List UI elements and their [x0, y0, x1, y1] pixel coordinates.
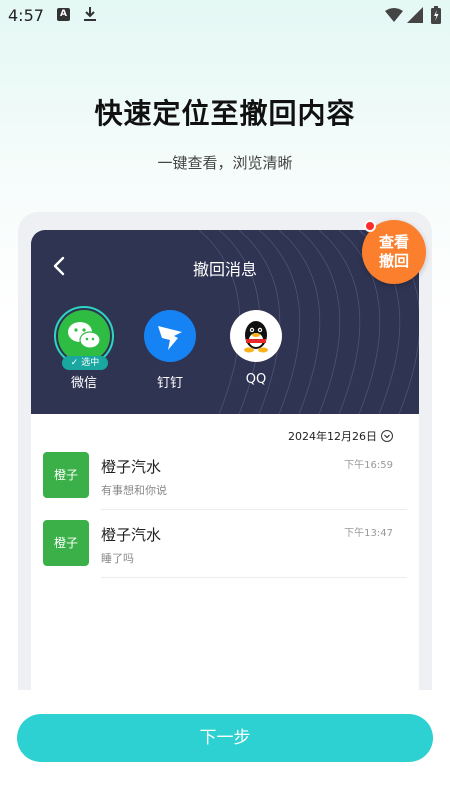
- selected-badge: ✓ 选中: [62, 356, 108, 370]
- wechat-icon: ✓ 选中: [54, 306, 114, 370]
- next-step-button[interactable]: 下一步: [17, 714, 433, 762]
- app-item-dingtalk[interactable]: 钉钉: [135, 310, 205, 391]
- divider: [101, 577, 407, 578]
- notification-a-icon: A: [57, 8, 70, 21]
- avatar: 橙子: [43, 452, 89, 498]
- notification-dot: [364, 220, 376, 232]
- message-time: 下午13:47: [344, 528, 393, 539]
- recall-header: 撤回消息 ✓ 选中 微信 钉钉 QQ: [31, 230, 419, 414]
- screen-title: 撤回消息: [192, 260, 257, 279]
- app-item-wechat[interactable]: ✓ 选中 微信: [49, 306, 119, 391]
- app-label: 钉钉: [156, 376, 183, 391]
- badge-line-1: 查看: [378, 233, 409, 251]
- avatar: 橙子: [43, 520, 89, 566]
- badge-line-2: 撤回: [378, 252, 409, 270]
- status-bar: 4:57 A: [0, 0, 450, 34]
- preview-device-frame: 撤回消息 ✓ 选中 微信 钉钉 QQ 2024年12月26日 橙子 橙子汽水 有…: [18, 212, 432, 690]
- status-time: 4:57: [8, 6, 44, 25]
- dingtalk-icon: [144, 310, 196, 362]
- message-preview: 有事想和你说: [101, 484, 167, 497]
- app-label: QQ: [245, 372, 267, 387]
- signal-icon: [407, 7, 423, 23]
- app-label: 微信: [70, 376, 97, 391]
- sender-name: 橙子汽水: [101, 526, 162, 544]
- message-time: 下午16:59: [344, 460, 393, 471]
- app-item-qq[interactable]: QQ: [221, 310, 291, 387]
- message-preview: 睡了吗: [101, 552, 134, 565]
- page-subtitle: 一键查看，浏览清晰: [157, 154, 293, 172]
- message-row[interactable]: 橙子 橙子汽水 睡了吗 下午13:47: [43, 510, 407, 578]
- battery-icon: [431, 6, 441, 24]
- sender-name: 橙子汽水: [101, 458, 162, 476]
- wifi-icon: [385, 8, 403, 22]
- download-icon: [84, 7, 96, 21]
- page-title: 快速定位至撤回内容: [94, 97, 356, 130]
- message-row[interactable]: 橙子 橙子汽水 有事想和你说 下午16:59: [43, 442, 407, 510]
- chevron-down-icon: [381, 430, 393, 442]
- preview-screen: 撤回消息 ✓ 选中 微信 钉钉 QQ 2024年12月26日 橙子 橙子汽水 有…: [31, 230, 419, 690]
- qq-penguin-icon: [230, 310, 282, 362]
